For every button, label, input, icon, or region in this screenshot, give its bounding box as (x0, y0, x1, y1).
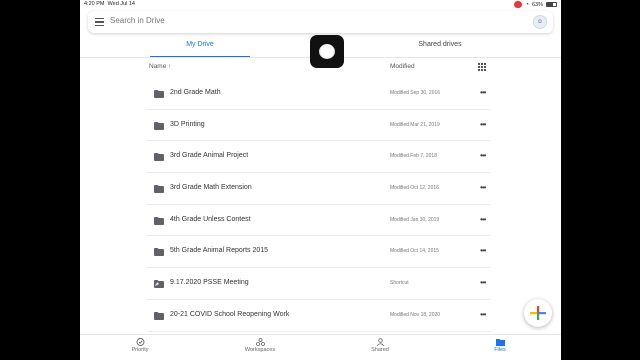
nav-shared[interactable]: Shared (350, 338, 410, 353)
file-row[interactable]: 3rd Grade Math Extension Modified Oct 12,… (146, 173, 491, 205)
more-options-icon[interactable]: ••• (480, 89, 486, 97)
grid-view-icon[interactable] (478, 63, 486, 71)
file-row[interactable]: 2nd Grade Math Modified Sep 30, 2016 ••• (146, 78, 491, 110)
file-modified-date: Shortcut (390, 280, 409, 287)
nav-files[interactable]: Files (470, 338, 530, 353)
file-name: 3rd Grade Math Extension (170, 184, 252, 192)
search-input[interactable] (110, 16, 410, 25)
nav-workspaces[interactable]: Workspaces (230, 338, 290, 353)
nav-label: Files (494, 347, 506, 353)
folder-icon (154, 185, 164, 194)
file-row[interactable]: 20-21 COVID School Reopening Work Modifie… (146, 300, 491, 332)
status-time: 4:20 PM (84, 1, 105, 7)
more-options-icon[interactable]: ••• (480, 215, 486, 224)
files-icon (495, 339, 505, 346)
file-modified-date: Modified Oct 12, 2016 (390, 185, 439, 192)
shared-icon (376, 338, 384, 346)
file-name: 4th Grade Unless Contest (170, 215, 251, 223)
file-row[interactable]: 5th Grade Animal Reports 2015 Modified Oc… (146, 236, 491, 269)
folder-icon (154, 248, 164, 257)
status-bar: 4:20 PM Wed Jul 14 ◔ 63% (80, 0, 561, 9)
file-row[interactable]: 9.17.2020 PSSE Meeting Shortcut ••• (146, 268, 491, 300)
file-name: 3D Printing (170, 120, 205, 128)
wifi-icon: ◔ (525, 1, 529, 8)
hamburger-menu-icon[interactable] (95, 18, 104, 26)
priority-icon (136, 338, 144, 346)
more-options-icon[interactable]: ••• (480, 279, 486, 287)
file-list: 2nd Grade Math Modified Sep 30, 2016 ••• 3D… (146, 78, 491, 332)
sort-by-name-button[interactable]: Name ↑ (149, 63, 171, 70)
workspaces-icon (255, 338, 265, 346)
status-date: Wed Jul 14 (107, 1, 135, 7)
file-modified-date: Modified Feb 7, 2018 (390, 153, 437, 160)
nav-label: Priority (131, 347, 149, 353)
file-modified-date: Modified Sep 30, 2016 (390, 90, 441, 96)
more-options-icon[interactable]: ••• (480, 184, 486, 192)
nav-priority[interactable]: Priority (110, 338, 170, 353)
folder-icon (154, 216, 164, 225)
tab-my-drive[interactable]: My Drive (150, 37, 250, 57)
folder-shortcut-icon (154, 280, 164, 289)
folder-icon (154, 153, 164, 162)
file-row[interactable]: 3D Printing Modified Mar 21, 2019 ••• (146, 110, 491, 142)
more-options-icon[interactable]: ••• (480, 152, 486, 160)
tab-shared-drives[interactable]: Shared drives (390, 37, 490, 57)
plus-icon (530, 306, 546, 320)
screen-recording-indicator (514, 1, 523, 8)
more-options-icon[interactable]: ••• (480, 247, 486, 255)
drive-app-screen: 4:20 PM Wed Jul 14 ◔ 63% ☺ My Drive Shar… (80, 0, 561, 360)
file-name: 9.17.2020 PSSE Meeting (170, 279, 249, 287)
folder-icon (154, 311, 164, 320)
bottom-navigation: Priority Workspaces Shared Files (80, 334, 561, 360)
search-bar[interactable]: ☺ (88, 11, 553, 33)
folder-icon (154, 90, 164, 98)
account-avatar[interactable]: ☺ (533, 15, 547, 29)
nav-label: Shared (371, 347, 389, 353)
column-modified-label[interactable]: Modified (390, 63, 415, 70)
more-options-icon[interactable]: ••• (480, 120, 486, 129)
file-modified-date: Modified Oct 14, 2015 (390, 248, 439, 255)
status-time-date: 4:20 PM Wed Jul 14 (84, 1, 135, 7)
file-name: 3rd Grade Animal Project (170, 152, 249, 160)
sort-arrow-icon: ↑ (168, 63, 172, 70)
new-item-fab[interactable] (524, 299, 552, 327)
file-name: 20-21 COVID School Reopening Work (170, 310, 290, 318)
file-name: 5th Grade Animal Reports 2015 (170, 247, 269, 255)
battery-percent: 63% (531, 1, 543, 8)
file-name: 2nd Grade Math (170, 89, 221, 96)
battery-icon (546, 2, 557, 7)
file-modified-date: Modified Nov 18, 2020 (390, 311, 441, 318)
column-header: Name ↑ Modified (80, 60, 561, 74)
file-modified-date: Modified Mar 21, 2019 (390, 121, 440, 128)
nav-label: Workspaces (244, 347, 276, 353)
more-options-icon[interactable]: ••• (480, 310, 486, 319)
column-name-label: Name (149, 63, 167, 70)
status-right: ◔ 63% (514, 1, 557, 8)
file-row[interactable]: 4th Grade Unless Contest Modified Jan 30,… (146, 205, 491, 237)
file-modified-date: Modified Jan 30, 2019 (390, 216, 440, 223)
file-row[interactable]: 3rd Grade Animal Project Modified Feb 7, … (146, 141, 491, 174)
folder-icon (154, 121, 164, 130)
